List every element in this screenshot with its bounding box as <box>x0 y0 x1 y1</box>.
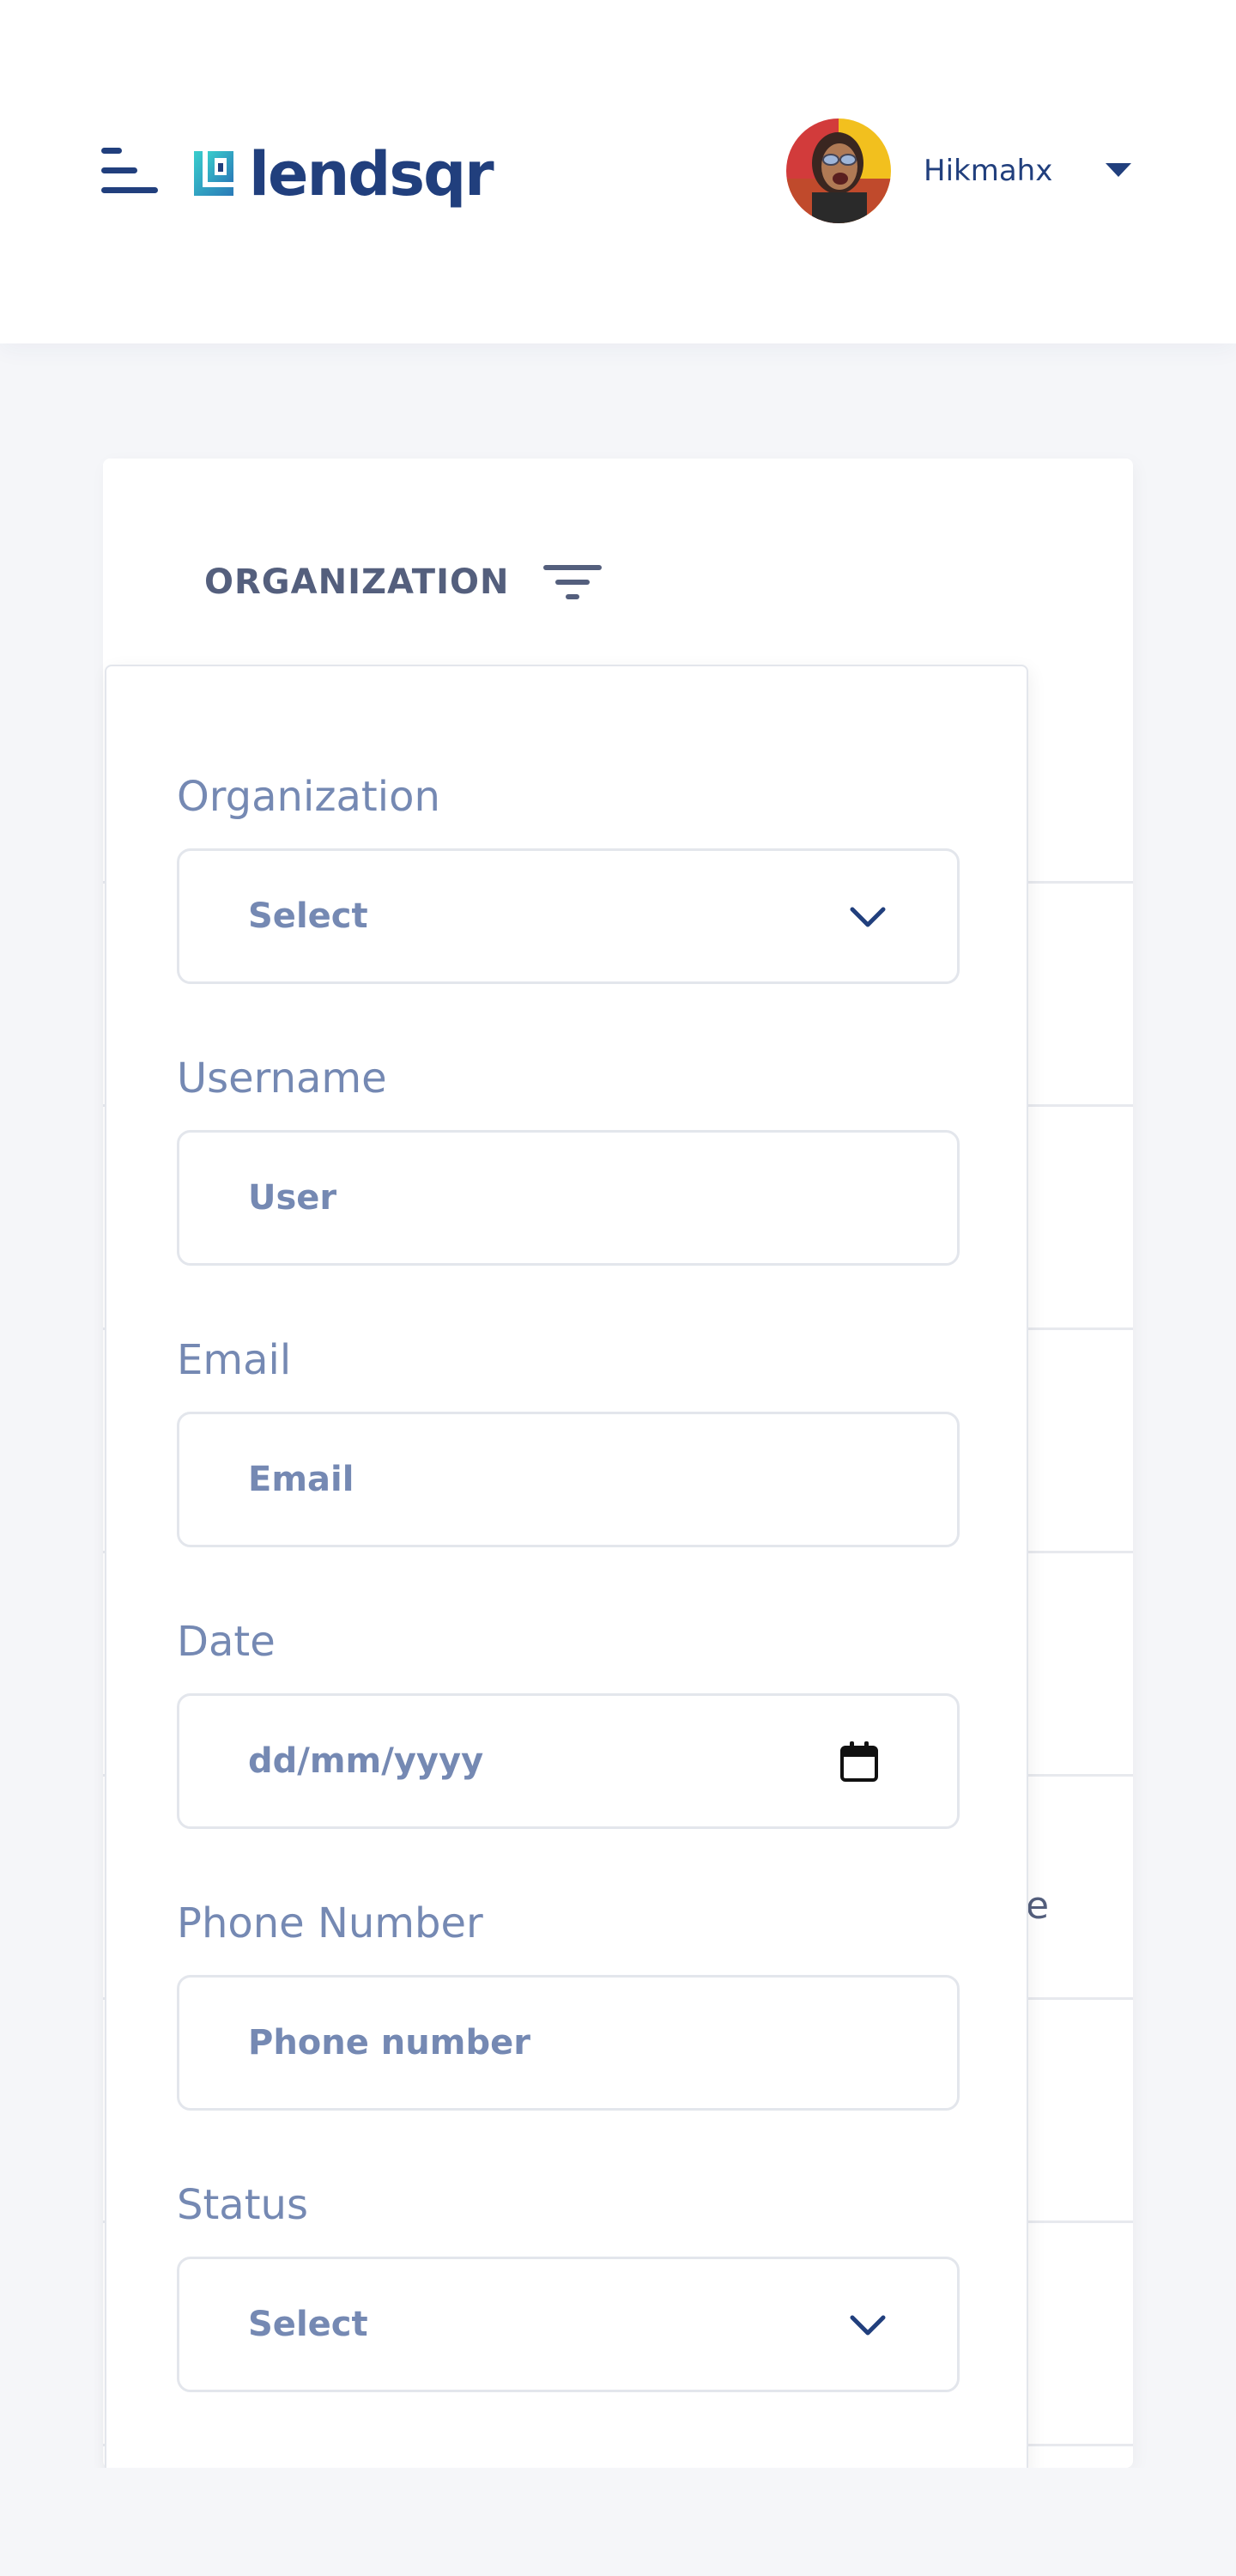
calendar-icon[interactable] <box>840 1741 878 1782</box>
email-label: Email <box>177 1336 292 1384</box>
organization-select[interactable]: Select <box>177 848 960 984</box>
avatar-image <box>786 118 891 223</box>
chevron-down-icon <box>850 907 886 927</box>
organization-select-value: Select <box>248 896 368 936</box>
avatar[interactable] <box>786 118 891 223</box>
status-select-value: Select <box>248 2305 368 2344</box>
logo-text: lendsqr <box>249 139 494 210</box>
chevron-down-icon <box>850 2315 886 2336</box>
date-label: Date <box>177 1618 276 1666</box>
status-select[interactable]: Select <box>177 2257 960 2392</box>
organization-column-title: ORGANIZATION <box>204 562 510 602</box>
menu-icon[interactable] <box>101 144 158 197</box>
page-bottom-background <box>0 2468 1236 2576</box>
organization-label: Organization <box>177 773 440 821</box>
filter-icon[interactable] <box>543 562 603 603</box>
username-label: Username <box>177 1054 387 1103</box>
date-input[interactable]: dd/mm/yyyy <box>177 1693 960 1829</box>
username-input[interactable]: User <box>177 1130 960 1266</box>
top-header: lendsqr Hikmahx <box>0 0 1236 343</box>
phone-number-input[interactable]: Phone number <box>177 1975 960 2111</box>
phone-number-label: Phone Number <box>177 1899 483 1947</box>
table-cell-text: e <box>1026 1884 1050 1928</box>
email-input[interactable]: Email <box>177 1412 960 1547</box>
status-label: Status <box>177 2181 308 2229</box>
caret-down-icon[interactable] <box>1104 161 1133 179</box>
email-placeholder: Email <box>248 1460 354 1499</box>
username-placeholder: User <box>248 1178 337 1218</box>
filter-panel: Organization Select Username User Email … <box>105 665 1028 2476</box>
logo-mark-icon <box>194 151 233 196</box>
user-name[interactable]: Hikmahx <box>924 151 1052 191</box>
date-placeholder: dd/mm/yyyy <box>248 1741 484 1781</box>
organization-column-header[interactable]: ORGANIZATION <box>204 562 603 603</box>
phone-number-placeholder: Phone number <box>248 2023 530 2063</box>
lendsqr-logo[interactable]: lendsqr <box>191 136 494 213</box>
